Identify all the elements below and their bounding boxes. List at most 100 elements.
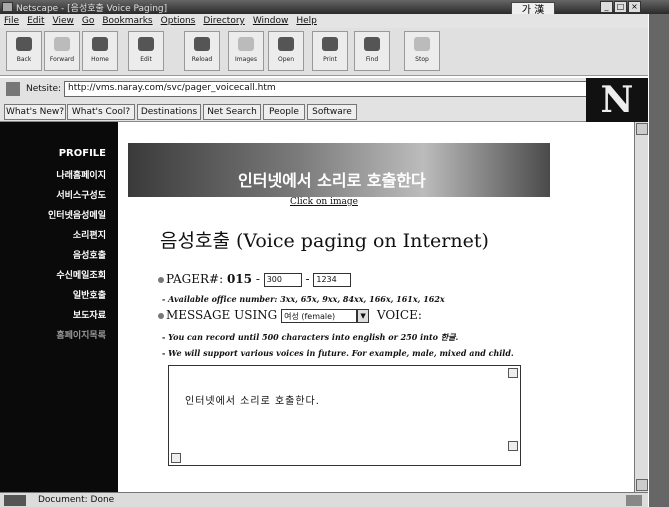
stop-label: Stop: [415, 56, 429, 63]
images-label: Images: [235, 56, 257, 63]
page-content: PROFILE 나래홈페이지 서비스구성도 인터넷음성메일 소리편지 음성호출 …: [0, 122, 634, 492]
status-bar: Document: Done: [0, 492, 648, 507]
menu-go[interactable]: Go: [82, 16, 94, 26]
menu-help[interactable]: Help: [296, 16, 317, 26]
window-title: Netscape - [음성호출 Voice Paging]: [16, 4, 168, 14]
reload-icon: [194, 37, 210, 51]
nav-item-homepage[interactable]: 나래홈페이지: [56, 168, 106, 181]
forward-label: Forward: [49, 56, 75, 63]
pager-number-input[interactable]: 1234: [313, 272, 352, 287]
vertical-scrollbar[interactable]: [634, 122, 648, 492]
scroll-down-icon[interactable]: [508, 441, 518, 451]
menu-directory[interactable]: Directory: [203, 16, 244, 26]
scroll-down-icon[interactable]: [636, 479, 648, 491]
pager-prefix: 015: [226, 272, 252, 286]
find-icon: [364, 37, 380, 51]
security-key-icon[interactable]: [4, 495, 26, 506]
print-label: Print: [323, 56, 337, 63]
edit-button[interactable]: Edit: [128, 31, 164, 71]
message-label: MESSAGE USING: [166, 308, 282, 322]
menu-window[interactable]: Window: [253, 16, 289, 26]
netscape-app-icon[interactable]: [2, 2, 13, 12]
page-title: 음성호출 (Voice paging on Internet): [160, 230, 489, 252]
record-limit-note: - You can record until 500 characters in…: [162, 332, 459, 342]
banner-text: 인터넷에서 소리로 호출한다: [238, 171, 426, 190]
menu-options[interactable]: Options: [161, 16, 196, 26]
menu-file[interactable]: File: [4, 16, 19, 26]
home-button[interactable]: Home: [82, 31, 118, 71]
url-text: http://vms.naray.com/svc/pager_voicecall…: [68, 83, 276, 93]
scroll-left-icon[interactable]: [171, 453, 181, 463]
right-edge-panel: [649, 14, 669, 507]
title-bar: Netscape - [음성호출 Voice Paging] 가 漢 _ □ ×: [0, 0, 669, 19]
software-button[interactable]: Software: [307, 104, 357, 120]
menu-bar: File Edit View Go Bookmarks Options Directory W…: [0, 14, 648, 28]
find-button[interactable]: Find: [354, 31, 390, 71]
nav-item-voice-mail[interactable]: 인터넷음성메일: [48, 208, 106, 221]
menu-view[interactable]: View: [53, 16, 74, 26]
destinations-button[interactable]: Destinations: [137, 104, 201, 120]
voice-select-value: 여성 (female): [284, 311, 336, 321]
edit-icon: [138, 37, 154, 51]
status-text: Document: Done: [38, 495, 115, 505]
print-icon: [322, 37, 338, 51]
pager-row: PAGER#: 015 - 300 - 1234: [158, 272, 352, 287]
open-button[interactable]: Open: [268, 31, 304, 71]
forward-button[interactable]: Forward: [44, 31, 80, 71]
nav-item-mail-check[interactable]: 수신메일조회: [56, 268, 106, 281]
nav-item-homepage-list[interactable]: 홈페이지목록: [56, 328, 106, 341]
bookmark-icon[interactable]: [6, 82, 20, 96]
menu-bookmarks[interactable]: Bookmarks: [102, 16, 152, 26]
nav-item-voice-paging[interactable]: 음성호출: [73, 248, 106, 261]
whats-cool-button[interactable]: What's Cool?: [67, 104, 135, 120]
click-on-image-link[interactable]: Click on image: [290, 197, 358, 207]
message-text: 인터넷에서 소리로 호출한다.: [185, 396, 320, 407]
netscape-logo[interactable]: N: [586, 78, 648, 122]
open-label: Open: [277, 56, 295, 63]
stop-button[interactable]: Stop: [404, 31, 440, 71]
nav-item-profile[interactable]: PROFILE: [59, 148, 106, 159]
minimize-button[interactable]: _: [600, 1, 613, 13]
scroll-up-icon[interactable]: [508, 368, 518, 378]
voice-select[interactable]: 여성 (female): [281, 308, 358, 323]
pager-number-value: 1234: [316, 274, 337, 284]
bullet-icon: [158, 277, 164, 283]
back-button[interactable]: Back: [6, 31, 42, 71]
net-search-button[interactable]: Net Search: [203, 104, 261, 120]
pager-office-input[interactable]: 300: [263, 272, 302, 287]
banner-image[interactable]: 인터넷에서 소리로 호출한다: [128, 143, 550, 197]
url-field[interactable]: http://vms.naray.com/svc/pager_voicecall…: [64, 81, 638, 97]
voice-label: VOICE:: [373, 308, 422, 322]
images-button[interactable]: Images: [228, 31, 264, 71]
print-button[interactable]: Print: [312, 31, 348, 71]
chevron-down-icon[interactable]: ▼: [357, 308, 370, 323]
back-icon: [16, 37, 32, 51]
toolbar: Back Forward Home Edit Reload Images Ope…: [0, 28, 648, 76]
home-icon: [92, 37, 108, 51]
home-label: Home: [91, 56, 109, 63]
reload-button[interactable]: Reload: [184, 31, 220, 71]
mail-icon[interactable]: [626, 495, 642, 506]
nav-item-sound-letter[interactable]: 소리편지: [73, 228, 106, 241]
scroll-up-icon[interactable]: [636, 123, 648, 135]
close-button[interactable]: ×: [628, 1, 641, 13]
images-icon: [238, 37, 254, 51]
maximize-button[interactable]: □: [614, 1, 627, 13]
office-number-note: - Available office number: 3xx, 65x, 9xx…: [162, 294, 445, 304]
nav-item-service-diagram[interactable]: 서비스구성도: [56, 188, 106, 201]
voice-support-note: - We will support various voices in futu…: [162, 348, 514, 358]
pager-label: PAGER#:: [166, 272, 227, 286]
message-textarea[interactable]: 인터넷에서 소리로 호출한다.: [168, 365, 521, 466]
bullet-icon: [158, 313, 164, 319]
back-label: Back: [16, 56, 32, 63]
people-button[interactable]: People: [263, 104, 305, 120]
nav-item-general-paging[interactable]: 일반호출: [73, 288, 106, 301]
stop-icon: [414, 37, 430, 51]
whats-new-button[interactable]: What's New?: [4, 104, 66, 120]
location-label: Netsite:: [26, 84, 62, 94]
nav-item-press[interactable]: 보도자료: [73, 308, 106, 321]
pager-dash: -: [252, 272, 264, 286]
forward-icon: [54, 37, 70, 51]
menu-edit[interactable]: Edit: [27, 16, 44, 26]
reload-label: Reload: [191, 56, 213, 63]
